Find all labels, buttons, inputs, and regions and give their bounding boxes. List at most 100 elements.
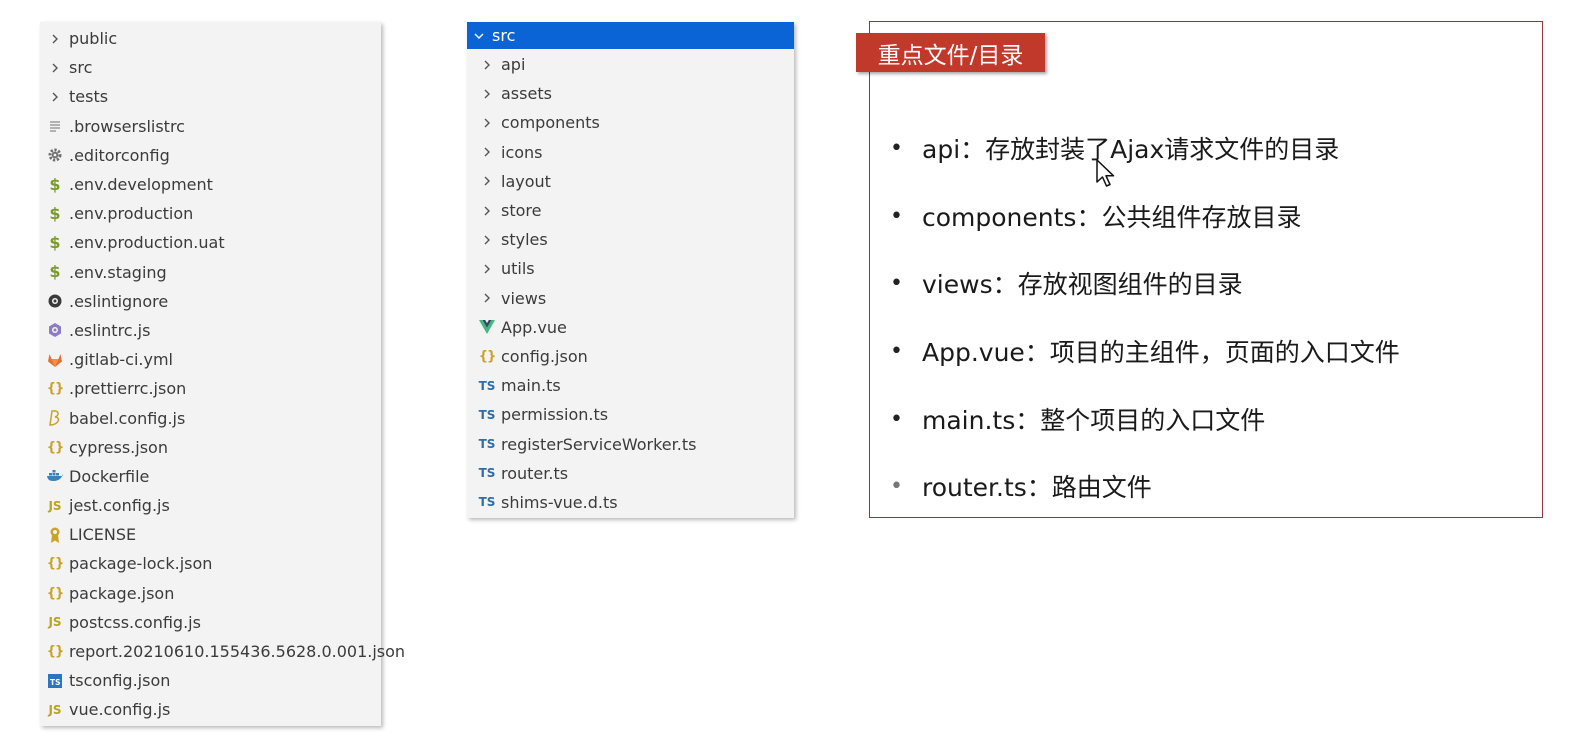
file-row-label: icons xyxy=(501,142,543,162)
file-row-app-vue[interactable]: App.vue xyxy=(467,313,794,342)
file-row-prettierrc-json[interactable]: {} .prettierrc.json xyxy=(40,374,381,403)
chevron-right-icon xyxy=(477,201,497,221)
file-row-router-ts[interactable]: TS router.ts xyxy=(467,459,794,488)
file-row-shims-vue-d-ts[interactable]: TS shims-vue.d.ts xyxy=(467,488,794,517)
gear-icon xyxy=(45,145,65,165)
dollar-icon: $ xyxy=(49,203,61,223)
svg-text:TS: TS xyxy=(50,678,61,687)
file-row-label: .env.production xyxy=(69,204,194,224)
file-row-editorconfig[interactable]: .editorconfig xyxy=(40,141,381,170)
file-row-label: tests xyxy=(69,87,109,107)
file-row-tsconfig-json[interactable]: TS tsconfig.json xyxy=(40,666,381,695)
mouse-cursor-icon xyxy=(1096,159,1115,187)
file-row-label: assets xyxy=(501,84,552,104)
file-row-label: tsconfig.json xyxy=(69,671,171,691)
file-row-postcss-config-js[interactable]: JS postcss.config.js xyxy=(40,608,381,637)
file-row-assets[interactable]: assets xyxy=(467,79,794,108)
vue-icon xyxy=(477,317,497,337)
eslint-ignore-icon xyxy=(45,291,65,311)
file-row-label: .eslintrc.js xyxy=(69,320,151,340)
file-row-label: shims-vue.d.ts xyxy=(501,492,618,512)
file-row-registerserviceworker-ts[interactable]: TS registerServiceWorker.ts xyxy=(467,429,794,458)
file-row-jest-config-js[interactable]: JS jest.config.js xyxy=(40,491,381,520)
file-row-report-20210610-155436-5628-0-001-json[interactable]: {} report.20210610.155436.5628.0.001.json xyxy=(40,637,405,666)
file-row-layout[interactable]: layout xyxy=(467,167,794,196)
file-row-tests[interactable]: tests xyxy=(40,82,381,111)
file-row-env-production[interactable]: $ .env.production xyxy=(40,199,381,228)
file-row-label: .editorconfig xyxy=(69,145,170,165)
file-row-icons[interactable]: icons xyxy=(467,138,794,167)
file-row-views[interactable]: views xyxy=(467,284,794,313)
file-row-dockerfile[interactable]: Dockerfile xyxy=(40,462,381,491)
file-row-components[interactable]: components xyxy=(467,108,794,137)
file-row-browserslistrc[interactable]: .browserslistrc xyxy=(40,112,381,141)
file-row-label: public xyxy=(69,29,118,49)
file-row-label: .env.development xyxy=(69,175,213,195)
js-icon: JS xyxy=(48,702,62,717)
chevron-right-icon xyxy=(477,288,497,308)
file-row-env-production-uat[interactable]: $ .env.production.uat xyxy=(40,228,381,257)
file-row-public[interactable]: public xyxy=(40,24,381,53)
note-bullet-main-ts: • main.ts：整个项目的入口文件 xyxy=(890,406,1266,435)
file-row-label: permission.ts xyxy=(501,405,609,425)
chevron-right-icon xyxy=(477,142,497,162)
file-row-label: api xyxy=(501,55,526,75)
file-row-label: .prettierrc.json xyxy=(69,379,187,399)
file-row-env-development[interactable]: $ .env.development xyxy=(40,170,381,199)
file-row-label: App.vue xyxy=(501,317,567,337)
root-file-explorer: public src tests .browserslistrc .editorconf… xyxy=(40,22,405,726)
json-braces-icon: {} xyxy=(46,381,64,397)
file-row-env-staging[interactable]: $ .env.staging xyxy=(40,258,381,287)
dollar-icon: $ xyxy=(49,232,61,252)
file-row-cypress-json[interactable]: {} cypress.json xyxy=(40,433,381,462)
file-row-label: package-lock.json xyxy=(69,554,213,574)
file-row-gitlab-ci-yml[interactable]: .gitlab-ci.yml xyxy=(40,345,381,374)
js-icon: JS xyxy=(48,615,62,630)
file-row-label: postcss.config.js xyxy=(69,612,201,632)
ts-icon: TS xyxy=(478,495,496,510)
note-bullet-views: • views：存放视图组件的目录 xyxy=(890,270,1243,299)
file-row-package-json[interactable]: {} package.json xyxy=(40,579,381,608)
file-row-eslintignore[interactable]: .eslintignore xyxy=(40,287,381,316)
chevron-right-icon xyxy=(477,84,497,104)
file-row-store[interactable]: store xyxy=(467,196,794,225)
chevron-right-icon xyxy=(45,29,65,49)
docker-icon xyxy=(45,466,65,486)
file-row-label: jest.config.js xyxy=(69,496,170,516)
chevron-right-icon xyxy=(477,113,497,133)
notes-panel: • api：存放封装了Ajax请求文件的目录 • components：公共组件存放… xyxy=(869,21,1543,518)
babel-icon xyxy=(45,408,65,428)
note-bullet-router-ts: • router.ts：路由文件 xyxy=(890,473,1152,502)
file-row-label: LICENSE xyxy=(69,525,137,545)
root-file-list: public src tests .browserslistrc .editorconf… xyxy=(40,24,405,725)
file-row-label: .env.production.uat xyxy=(69,233,225,253)
file-row-src[interactable]: src xyxy=(40,53,381,82)
license-icon xyxy=(45,525,65,545)
file-row-permission-ts[interactable]: TS permission.ts xyxy=(467,400,794,429)
note-bullet-app-vue: • App.vue：项目的主组件，页面的入口文件 xyxy=(890,338,1400,367)
dollar-icon: $ xyxy=(49,174,61,194)
src-folder-row[interactable]: src xyxy=(467,22,794,49)
file-row-package-lock-json[interactable]: {} package-lock.json xyxy=(40,549,381,578)
file-row-eslintrc-js[interactable]: .eslintrc.js xyxy=(40,316,381,345)
file-row-config-json[interactable]: {} config.json xyxy=(467,342,794,371)
file-row-label: config.json xyxy=(501,346,588,366)
file-row-styles[interactable]: styles xyxy=(467,225,794,254)
file-row-license[interactable]: LICENSE xyxy=(40,520,381,549)
json-braces-icon: {} xyxy=(478,348,496,364)
file-row-label: registerServiceWorker.ts xyxy=(501,434,697,454)
file-row-api[interactable]: api xyxy=(467,50,794,79)
file-row-label: store xyxy=(501,201,542,221)
tsconfig-icon: TS xyxy=(45,671,65,691)
chevron-down-icon xyxy=(469,26,489,46)
file-row-label: vue.config.js xyxy=(69,700,171,720)
file-row-utils[interactable]: utils xyxy=(467,254,794,283)
notes-badge: 重点文件/目录 xyxy=(856,33,1045,72)
file-row-main-ts[interactable]: TS main.ts xyxy=(467,371,794,400)
ts-icon: TS xyxy=(478,466,496,481)
file-row-label: utils xyxy=(501,259,535,279)
file-row-label: src xyxy=(69,58,93,78)
file-row-vue-config-js[interactable]: JS vue.config.js xyxy=(40,695,381,724)
file-row-babel-config-js[interactable]: babel.config.js xyxy=(40,403,381,432)
chevron-right-icon xyxy=(477,230,497,250)
